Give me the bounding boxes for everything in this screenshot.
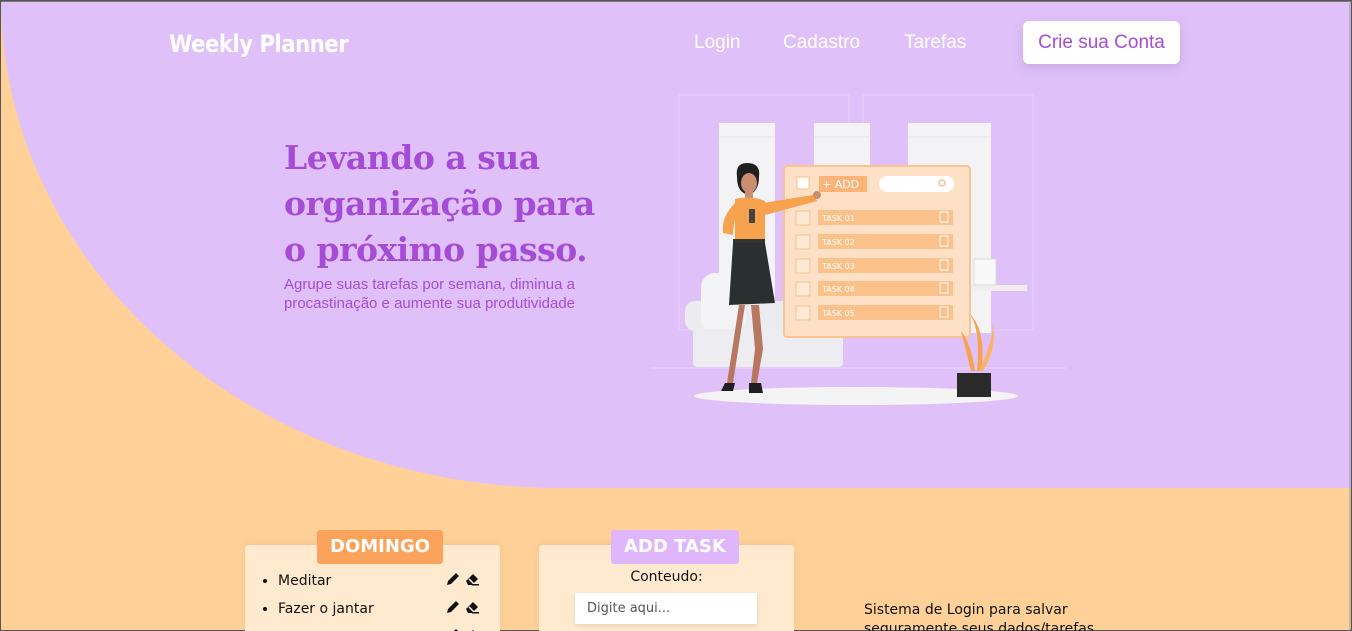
illustration-task-3: TASK 03: [821, 262, 855, 271]
page-scrollbar[interactable]: [1349, 1, 1351, 630]
illustration-task-4: TASK 04: [821, 285, 855, 294]
hero-subtitle: Agrupe suas tarefas por semana, diminua …: [284, 276, 576, 312]
planner-illustration: + ADD TASK 01 TASK 02 TASK 03 TASK 04 TA…: [651, 94, 1066, 405]
content-label: Conteudo:: [630, 569, 703, 585]
window-top-border: [1, 1, 1351, 2]
nav-tarefas[interactable]: Tarefas: [904, 32, 966, 54]
login-feature-text: Sistema de Login para salvar seguramente…: [864, 602, 1095, 631]
edit-pencil-icon[interactable]: [445, 627, 461, 631]
content-input[interactable]: [575, 593, 757, 624]
add-task-title: ADD TASK: [611, 530, 739, 564]
illustration-task-1: TASK 01: [821, 214, 855, 223]
add-task-card: ADD TASK Conteudo:: [539, 530, 794, 631]
illustration-add-label: + ADD: [822, 178, 859, 191]
task-item: Fazer o jantar: [278, 600, 374, 628]
day-card: DOMINGO Meditar Fazer o jantar: [245, 530, 500, 631]
task-item: Meditar: [278, 572, 374, 600]
hero-headline: Levando a sua organização para o próximo…: [284, 138, 595, 269]
create-account-button[interactable]: Crie sua Conta: [1023, 21, 1180, 64]
task-tools: [445, 571, 480, 631]
edit-pencil-icon[interactable]: [445, 571, 461, 587]
illustration-task-2: TASK 02: [821, 238, 855, 247]
nav-login[interactable]: Login: [694, 32, 741, 54]
task-list: Meditar Fazer o jantar: [278, 572, 374, 631]
eraser-icon[interactable]: [464, 571, 480, 587]
illustration-task-5: TASK 05: [821, 309, 855, 318]
edit-pencil-icon[interactable]: [445, 599, 461, 615]
nav-cadastro[interactable]: Cadastro: [783, 32, 860, 54]
eraser-icon[interactable]: [464, 627, 480, 631]
day-card-title: DOMINGO: [317, 530, 443, 564]
eraser-icon[interactable]: [464, 599, 480, 615]
brand-logo[interactable]: Weekly Planner: [169, 30, 349, 58]
